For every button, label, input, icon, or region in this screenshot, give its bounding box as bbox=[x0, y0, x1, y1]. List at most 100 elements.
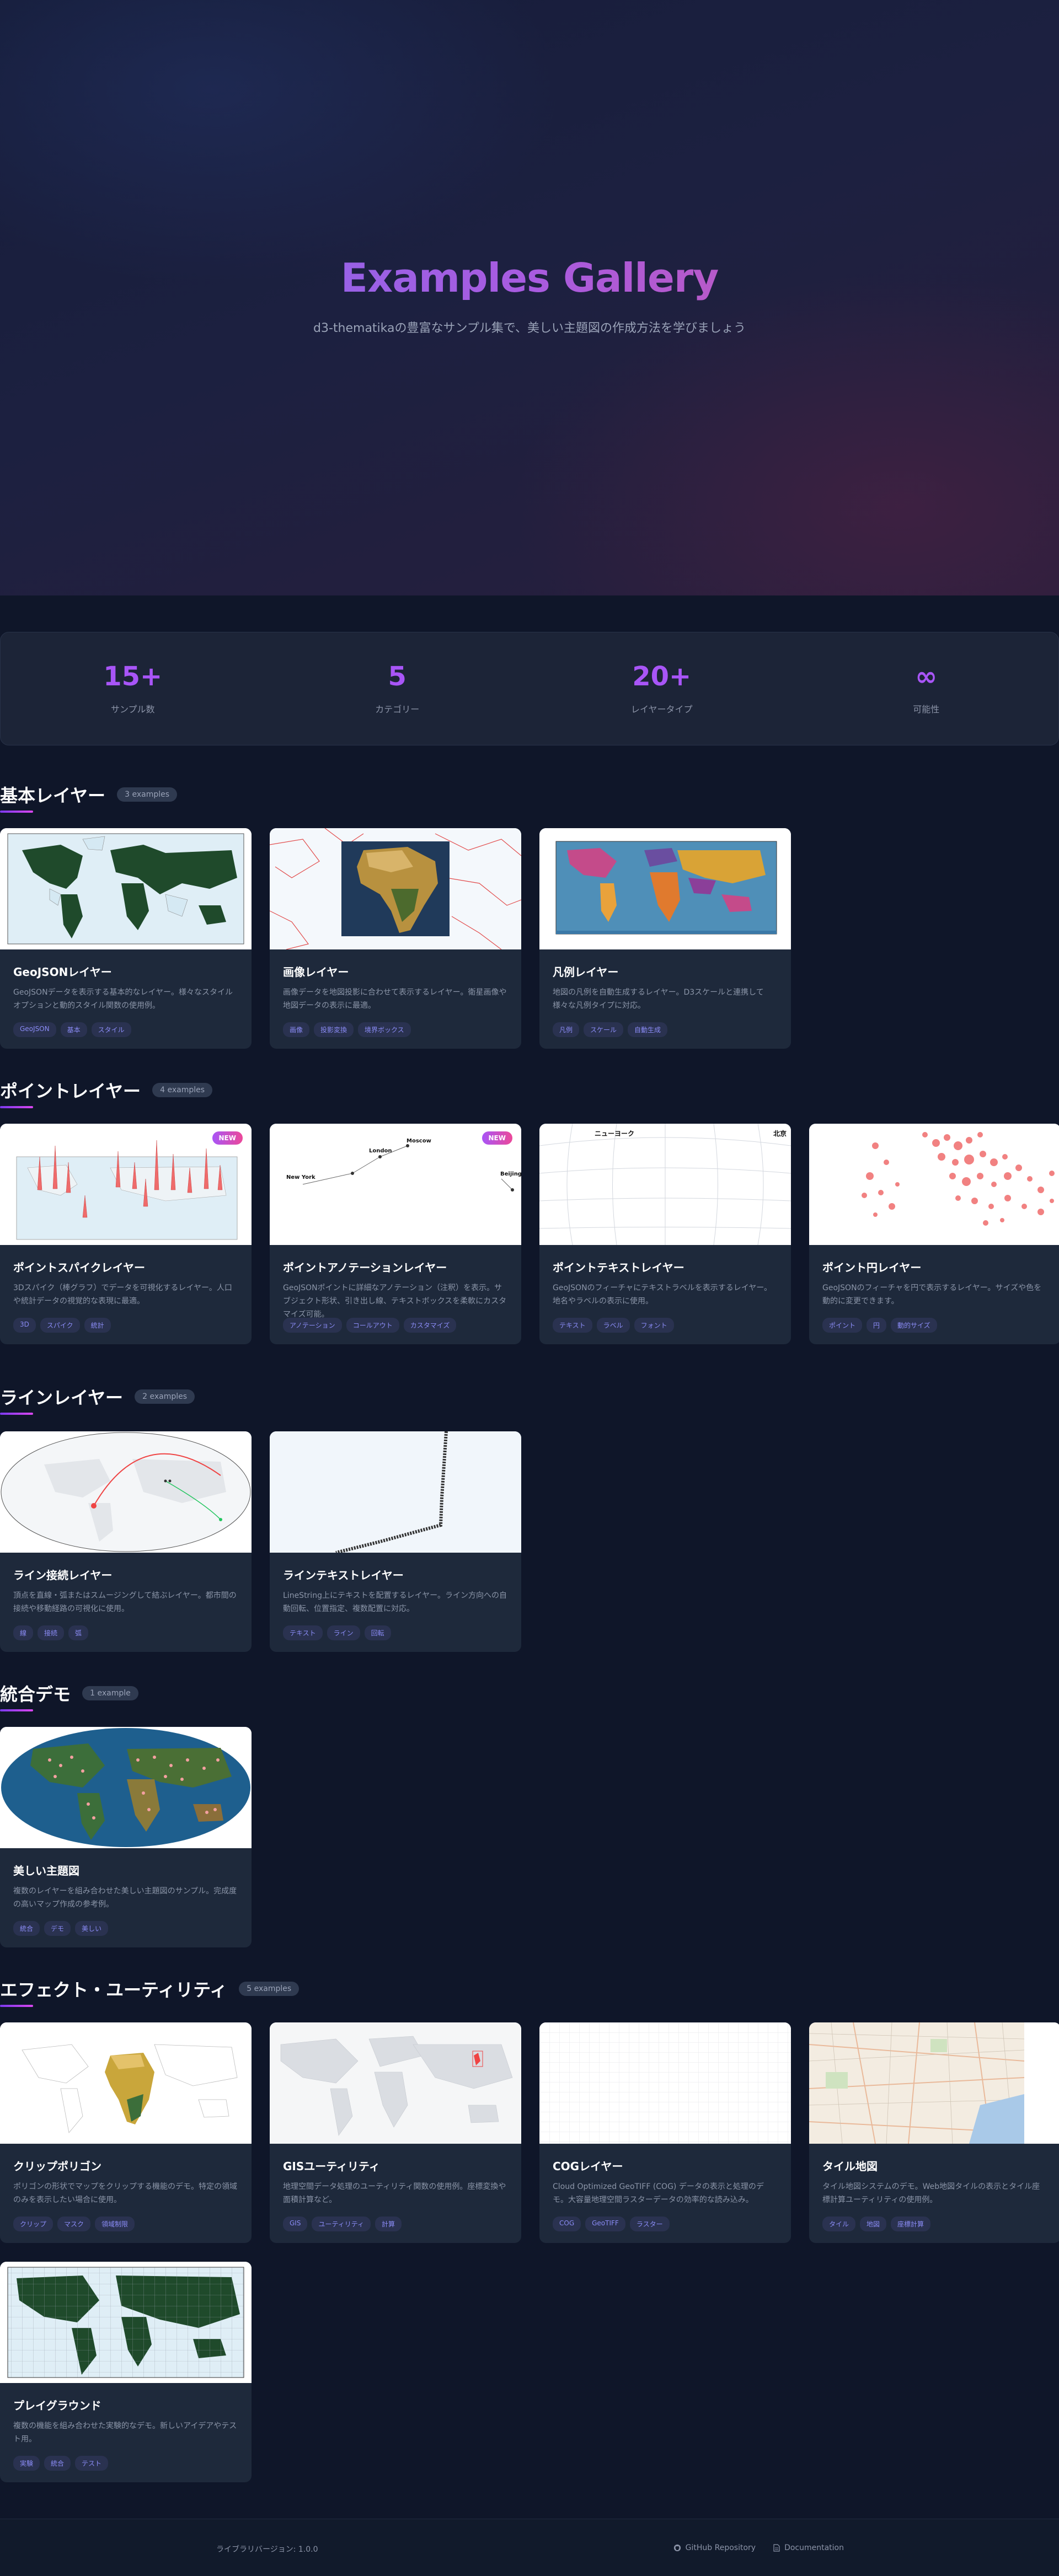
tag-list: 線 接続 弧 bbox=[13, 1625, 238, 1640]
tag: 回転 bbox=[364, 1625, 391, 1640]
clip-map-image bbox=[0, 2022, 252, 2144]
text-label: 北京 bbox=[773, 1129, 787, 1137]
section-header-demo: 統合デモ 1 example bbox=[0, 1681, 138, 1714]
card-thumbnail bbox=[270, 1431, 521, 1553]
graticule-map-image: ニューヨーク 北京 bbox=[539, 1124, 791, 1245]
card-title: GeoJSONレイヤー bbox=[13, 965, 112, 979]
card-thumbnail bbox=[0, 1431, 252, 1553]
tag: 美しい bbox=[75, 1921, 109, 1936]
card-legend-layer[interactable]: 凡例レイヤー 地図の凡例を自動生成するレイヤー。D3スケールと連携して様々な凡例… bbox=[539, 828, 791, 1049]
card-description: 地理空間データ処理のユーティリティ関数の使用例。座標変換や面積計算など。 bbox=[283, 2182, 506, 2204]
card-title: ライン接続レイヤー bbox=[13, 1569, 113, 1582]
card-title: ラインテキストレイヤー bbox=[283, 1569, 404, 1582]
tag-list: クリップ マスク 領域制限 bbox=[13, 2217, 238, 2231]
tag: 統合 bbox=[13, 1921, 40, 1936]
card-title: COGレイヤー bbox=[553, 2160, 623, 2173]
section-title: 基本レイヤー bbox=[0, 785, 106, 806]
card-point-text-layer[interactable]: ニューヨーク 北京 ポイントテキストレイヤー GeoJSONのフィーチャにテキス… bbox=[539, 1124, 791, 1344]
footer: ライブラリバージョン: 1.0.0 GitHub Repository Docu… bbox=[0, 2519, 1059, 2576]
card-clip-polygon[interactable]: クリップポリゴン ポリゴンの形状でマップをクリップする機能のデモ。特定の領域のみ… bbox=[0, 2022, 252, 2243]
card-thumbnail: ニューヨーク 北京 bbox=[539, 1124, 791, 1245]
card-thumbnail bbox=[0, 828, 252, 949]
card-point-circle-layer[interactable]: ポイント円レイヤー GeoJSONのフィーチャを円で表示するレイヤー。サイズや色… bbox=[809, 1124, 1059, 1344]
stats-panel: 15+ サンプル数 5 カテゴリー 20+ レイヤータイプ ∞ 可能性 bbox=[0, 632, 1059, 745]
section-header-point: ポイントレイヤー 4 examples bbox=[0, 1077, 213, 1110]
tag: 領域制限 bbox=[95, 2217, 135, 2231]
tag: GeoTIFF bbox=[585, 2217, 625, 2231]
tag: 接続 bbox=[38, 1625, 65, 1640]
card-point-spike-layer[interactable]: NEW ポイントスパイクレイヤー 3Dスパイク（棒グラフ）でデータを可視化するレ… bbox=[0, 1124, 252, 1344]
new-badge: NEW bbox=[212, 1131, 243, 1145]
text-label: ニューヨーク bbox=[595, 1130, 634, 1137]
section-header-line: ラインレイヤー 2 examples bbox=[0, 1384, 195, 1417]
section-underline bbox=[0, 1413, 33, 1415]
card-thumbnail bbox=[0, 2022, 252, 2144]
card-beautiful-map[interactable]: 美しい主題図 複数のレイヤーを組み合わせた美しい主題図のサンプル。完成度の高いマ… bbox=[0, 1727, 252, 1947]
card-thumbnail bbox=[809, 2022, 1059, 2144]
tag: 統合 bbox=[44, 2456, 71, 2471]
tag-list: GeoJSON 基本 スタイル bbox=[13, 1022, 238, 1037]
card-tile-map[interactable]: タイル地図 タイル地図システムのデモ。Web地図タイルの表示とタイル座標計算ユー… bbox=[809, 2022, 1059, 2243]
card-description: ポリゴンの形状でマップをクリップする機能のデモ。特定の領域のみを表示したい場合に… bbox=[13, 2182, 237, 2204]
tag: 計算 bbox=[375, 2217, 402, 2231]
annotation-label: New York bbox=[286, 1174, 315, 1180]
tag-list: 画像 投影変換 境界ボックス bbox=[283, 1022, 508, 1037]
tag: デモ bbox=[44, 1921, 71, 1936]
card-point-annotation-layer[interactable]: New York London Moscow Beijing NEW ポイントア… bbox=[270, 1124, 521, 1344]
card-thumbnail bbox=[270, 2022, 521, 2144]
tag: 凡例 bbox=[553, 1022, 580, 1037]
tag-list: テキスト ラベル フォント bbox=[553, 1318, 778, 1333]
card-grid-line: ライン接続レイヤー 頂点を直線・弧またはスムージングして結ぶレイヤー。都市間の接… bbox=[0, 1431, 1059, 1652]
card-thumbnail bbox=[0, 2262, 252, 2383]
card-title: ポイントテキストレイヤー bbox=[553, 1261, 684, 1274]
tag: 3D bbox=[13, 1318, 36, 1333]
stat-layer-types: 20+ レイヤータイプ bbox=[530, 632, 794, 745]
tag: 境界ボックス bbox=[358, 1022, 411, 1037]
tag: 弧 bbox=[68, 1625, 89, 1640]
gis-map-image bbox=[270, 2022, 521, 2144]
card-description: GeoJSONのフィーチャにテキストラベルを表示するレイヤー。地名やラベルの表示… bbox=[553, 1284, 772, 1306]
card-description: 複数の機能を組み合わせた実験的なデモ。新しいアイデアやテスト用。 bbox=[13, 2422, 237, 2444]
library-version: ライブラリバージョン: 1.0.0 bbox=[216, 2545, 318, 2554]
card-description: GeoJSONデータを表示する基本的なレイヤー。様々なスタイルオプションと動的ス… bbox=[13, 988, 233, 1010]
documentation-link[interactable]: Documentation bbox=[773, 2543, 844, 2552]
card-geojson-layer[interactable]: GeoJSONレイヤー GeoJSONデータを表示する基本的なレイヤー。様々なス… bbox=[0, 828, 252, 1049]
card-title: ポイント円レイヤー bbox=[822, 1261, 922, 1274]
card-grid-basic: GeoJSONレイヤー GeoJSONデータを表示する基本的なレイヤー。様々なス… bbox=[0, 828, 1059, 1049]
card-image-layer[interactable]: 画像レイヤー 画像データを地図投影に合わせて表示するレイヤー。衛星画像や地図デー… bbox=[270, 828, 521, 1049]
tag: スタイル bbox=[91, 1022, 131, 1037]
tag: テキスト bbox=[283, 1625, 323, 1640]
github-repository-link[interactable]: GitHub Repository bbox=[673, 2543, 756, 2552]
tag: スケール bbox=[584, 1022, 624, 1037]
card-line-connection-layer[interactable]: ライン接続レイヤー 頂点を直線・弧またはスムージングして結ぶレイヤー。都市間の接… bbox=[0, 1431, 252, 1652]
card-cog-layer[interactable]: COGレイヤー Cloud Optimized GeoTIFF (COG) デー… bbox=[539, 2022, 791, 2243]
africa-image bbox=[270, 828, 521, 949]
card-thumbnail: NEW bbox=[0, 1124, 252, 1245]
stat-possibilities: ∞ 可能性 bbox=[794, 632, 1059, 745]
section-title: エフェクト・ユーティリティ bbox=[0, 1979, 228, 2000]
annotation-label: London bbox=[369, 1148, 392, 1154]
new-badge: NEW bbox=[482, 1131, 512, 1145]
section-title: ポイントレイヤー bbox=[0, 1081, 141, 1102]
card-playground[interactable]: プレイグラウンド 複数の機能を組み合わせた実験的なデモ。新しいアイデアやテスト用… bbox=[0, 2262, 252, 2482]
card-description: Cloud Optimized GeoTIFF (COG) データの表示と処理の… bbox=[553, 2182, 764, 2204]
tag-list: タイル 地図 座標計算 bbox=[822, 2217, 1047, 2231]
tag-list: アノテーション コールアウト カスタマイズ bbox=[283, 1318, 508, 1333]
documentation-label: Documentation bbox=[784, 2543, 844, 2552]
card-description: 頂点を直線・弧またはスムージングして結ぶレイヤー。都市間の接続や移動経路の可視化… bbox=[13, 1591, 237, 1613]
circle-map-image bbox=[809, 1124, 1059, 1245]
card-grid-demo: 美しい主題図 複数のレイヤーを組み合わせた美しい主題図のサンプル。完成度の高いマ… bbox=[0, 1727, 1059, 1947]
tag: 基本 bbox=[60, 1022, 87, 1037]
card-line-text-layer[interactable]: ラインテキストレイヤー LineString上にテキストを配置するレイヤー。ライ… bbox=[270, 1431, 521, 1652]
footer-links: GitHub Repository Documentation bbox=[673, 2543, 844, 2552]
card-gis-utility[interactable]: GISユーティリティ 地理空間データ処理のユーティリティ関数の使用例。座標変換や… bbox=[270, 2022, 521, 2243]
card-grid-point: NEW ポイントスパイクレイヤー 3Dスパイク（棒グラフ）でデータを可視化するレ… bbox=[0, 1124, 1059, 1344]
line-text-map-image bbox=[270, 1431, 521, 1553]
card-description: 3Dスパイク（棒グラフ）でデータを可視化するレイヤー。人口や統計データの視覚的な… bbox=[13, 1284, 232, 1306]
card-title: ポイントアノテーションレイヤー bbox=[283, 1261, 447, 1274]
tag: コールアウト bbox=[346, 1318, 399, 1333]
tag: 動的サイズ bbox=[891, 1318, 937, 1333]
card-description: 画像データを地図投影に合わせて表示するレイヤー。衛星画像や地図データの表示に最適… bbox=[283, 988, 507, 1010]
tag: アノテーション bbox=[283, 1318, 342, 1333]
document-icon bbox=[773, 2544, 780, 2552]
